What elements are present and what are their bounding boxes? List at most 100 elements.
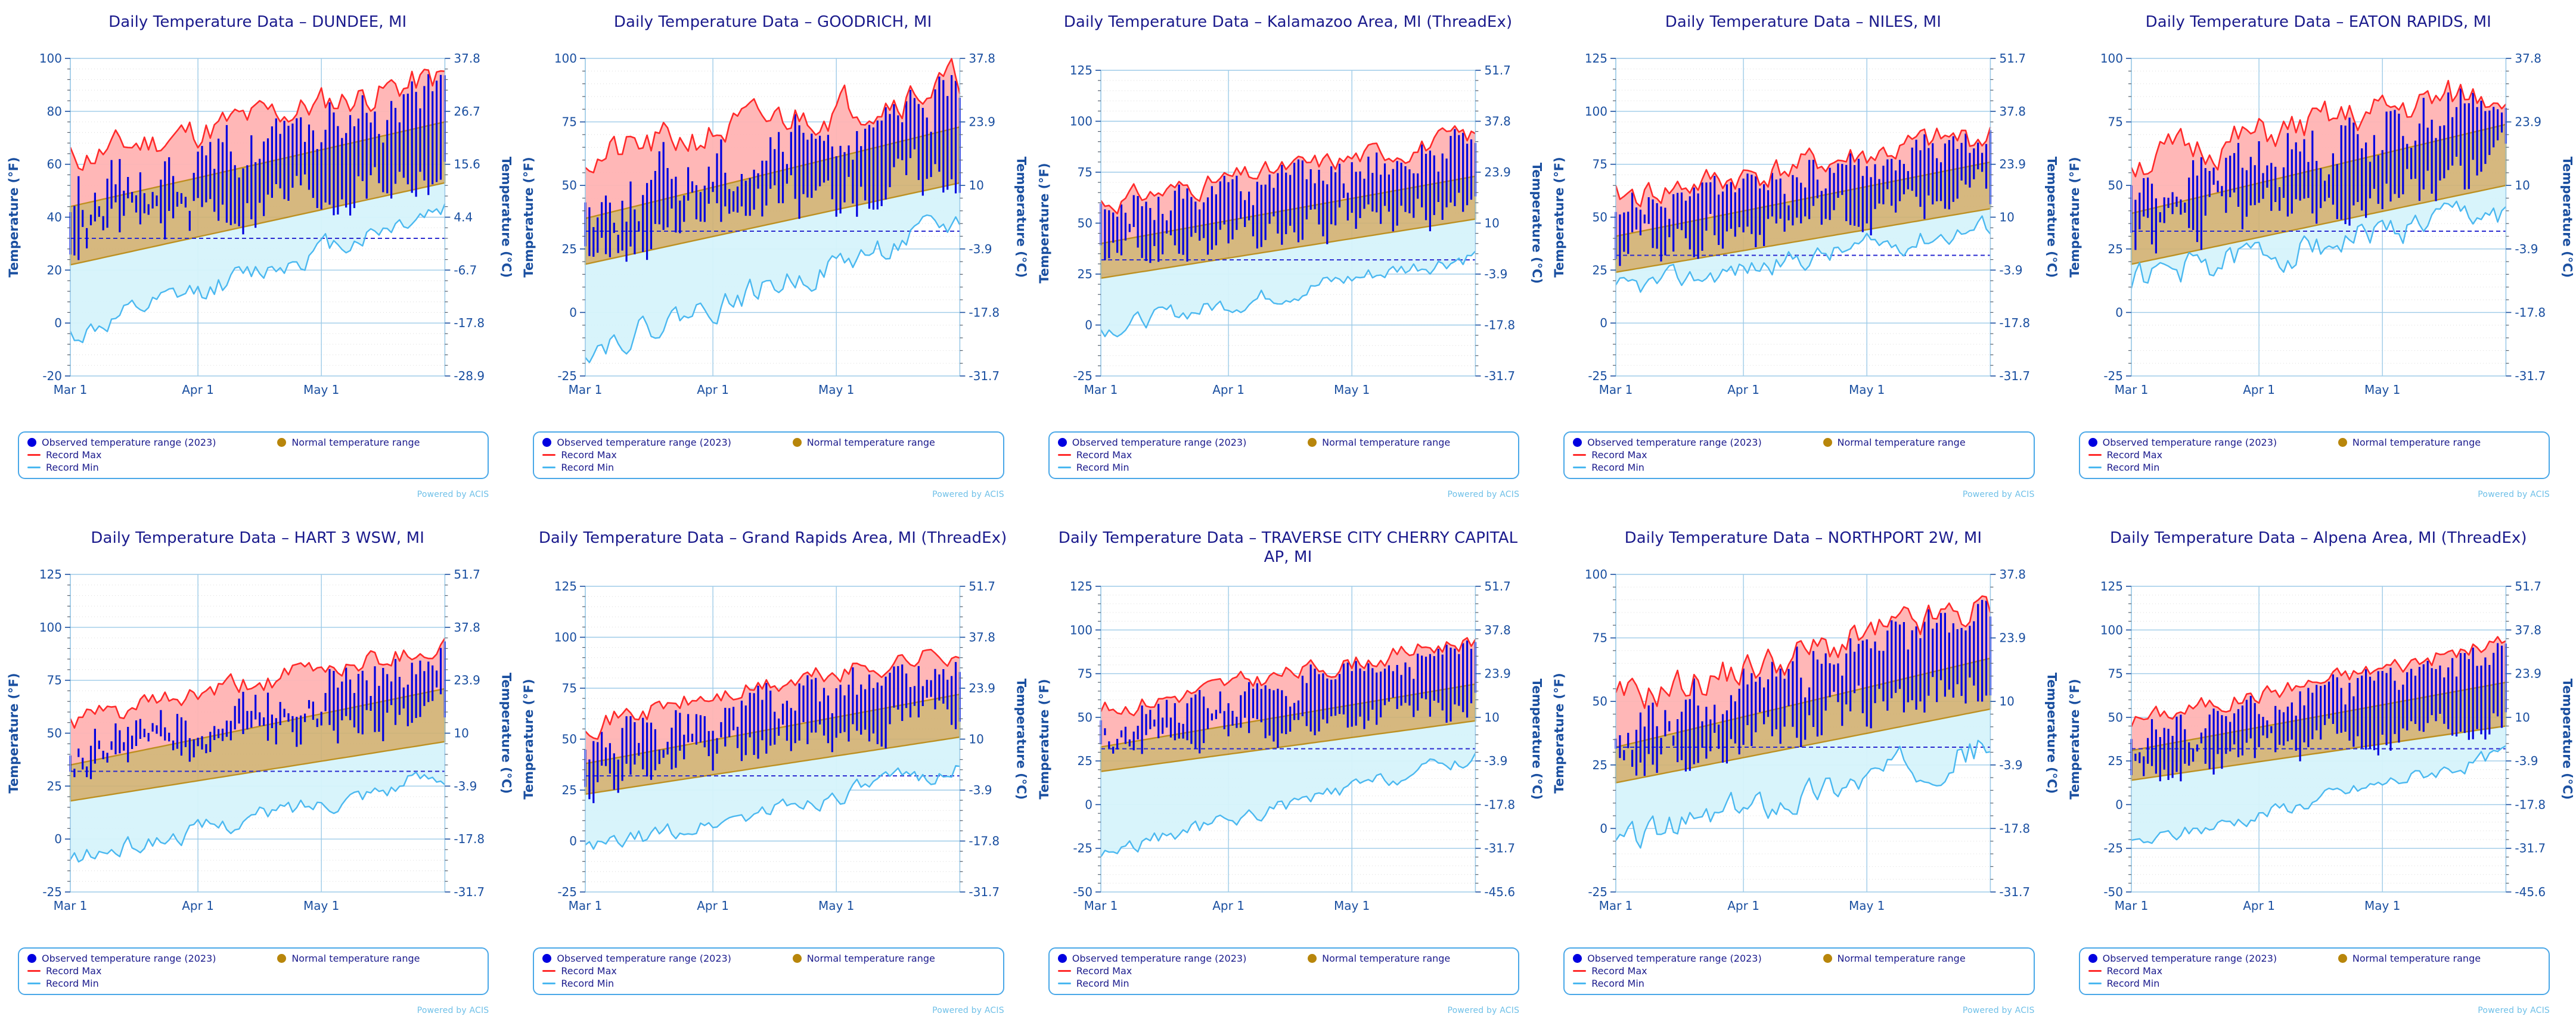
legend-item-record-min[interactable]: Record Min <box>1573 462 2027 473</box>
legend-item-record-min[interactable]: Record Min <box>2088 978 2543 989</box>
legend-label-record-max: Record Max <box>561 449 617 461</box>
svg-text:10: 10 <box>1484 710 1499 725</box>
legend-item-record-max[interactable]: Record Max <box>27 449 101 461</box>
svg-text:Temperature (°C): Temperature (°C) <box>1014 157 1029 278</box>
svg-text:25: 25 <box>1077 754 1092 768</box>
observed-swatch-icon <box>1057 954 1067 963</box>
svg-text:Temperature (°C): Temperature (°C) <box>1529 163 1544 284</box>
svg-text:-25: -25 <box>558 369 578 383</box>
svg-text:-31.7: -31.7 <box>969 885 1000 899</box>
acis-attribution: Powered by ACIS <box>1447 1006 1520 1015</box>
svg-text:Mar 1: Mar 1 <box>1084 899 1118 913</box>
legend-item-observed[interactable]: Observed temperature range (2023) <box>2088 437 2338 448</box>
svg-text:Apr 1: Apr 1 <box>1727 899 1759 913</box>
legend-item-normal[interactable]: Normal temperature range <box>1823 437 1966 448</box>
legend-item-record-min[interactable]: Record Min <box>27 462 482 473</box>
svg-text:15.6: 15.6 <box>454 157 480 172</box>
observed-swatch-icon <box>2088 954 2097 963</box>
legend-label-record-max: Record Max <box>561 965 617 977</box>
legend-item-observed[interactable]: Observed temperature range (2023) <box>1057 953 1308 964</box>
legend-item-normal[interactable]: Normal temperature range <box>277 437 420 448</box>
svg-text:100: 100 <box>1070 114 1093 128</box>
legend-item-record-min[interactable]: Record Min <box>1573 978 2027 989</box>
legend-label-record-min: Record Min <box>46 462 99 473</box>
legend-item-record-max[interactable]: Record Max <box>542 965 617 977</box>
svg-text:-3.9: -3.9 <box>2515 242 2538 256</box>
legend-item-record-min[interactable]: Record Min <box>542 978 997 989</box>
legend-item-observed[interactable]: Observed temperature range (2023) <box>542 437 792 448</box>
legend-item-normal[interactable]: Normal temperature range <box>792 953 935 964</box>
svg-text:-45.6: -45.6 <box>1484 885 1515 899</box>
svg-text:23.9: 23.9 <box>2000 157 2026 172</box>
chart-legend: Observed temperature range (2023) Normal… <box>533 947 1004 995</box>
svg-text:-17.8: -17.8 <box>454 316 485 330</box>
legend-item-observed[interactable]: Observed temperature range (2023) <box>27 437 277 448</box>
legend-label-record-max: Record Max <box>46 449 102 461</box>
legend-item-normal[interactable]: Normal temperature range <box>1308 953 1450 964</box>
legend-item-record-max[interactable]: Record Max <box>1057 965 1132 977</box>
normal-swatch-icon <box>792 954 802 963</box>
legend-item-record-min[interactable]: Record Min <box>2088 462 2543 473</box>
svg-text:Temperature (°C): Temperature (°C) <box>2560 157 2574 278</box>
legend-item-observed[interactable]: Observed temperature range (2023) <box>27 953 277 964</box>
legend-label-observed: Observed temperature range (2023) <box>1587 437 1762 448</box>
svg-text:50: 50 <box>47 726 62 740</box>
legend-item-record-min[interactable]: Record Min <box>542 462 997 473</box>
svg-text:-25: -25 <box>1588 369 1608 383</box>
svg-text:125: 125 <box>1070 579 1093 593</box>
svg-text:25: 25 <box>1593 758 1607 772</box>
svg-text:25: 25 <box>2108 242 2122 256</box>
observed-swatch-icon <box>1573 438 1582 447</box>
legend-item-record-max[interactable]: Record Max <box>1573 449 1647 461</box>
legend-item-record-max[interactable]: Record Max <box>2088 449 2162 461</box>
record-min-line-icon <box>1573 467 1587 468</box>
legend-item-normal[interactable]: Normal temperature range <box>2338 437 2481 448</box>
record-min-line-icon <box>2088 983 2102 984</box>
svg-text:37.8: 37.8 <box>454 620 480 635</box>
legend-item-record-max[interactable]: Record Max <box>1573 965 1647 977</box>
legend-item-normal[interactable]: Normal temperature range <box>277 953 420 964</box>
normal-swatch-icon <box>277 954 287 963</box>
legend-item-observed[interactable]: Observed temperature range (2023) <box>542 953 792 964</box>
chart-cell-eaton-rapids: Daily Temperature Data – EATON RAPIDS, M… <box>2061 0 2576 516</box>
record-max-line-icon <box>542 454 556 456</box>
legend-item-normal[interactable]: Normal temperature range <box>1823 953 1966 964</box>
legend-label-normal: Normal temperature range <box>2352 953 2481 964</box>
svg-text:25: 25 <box>562 242 577 256</box>
svg-text:Apr 1: Apr 1 <box>182 899 214 913</box>
legend-item-normal[interactable]: Normal temperature range <box>1308 437 1450 448</box>
svg-text:23.9: 23.9 <box>2515 667 2541 681</box>
legend-item-normal[interactable]: Normal temperature range <box>792 437 935 448</box>
legend-label-normal: Normal temperature range <box>1837 437 1966 448</box>
svg-text:-31.7: -31.7 <box>1484 841 1515 856</box>
svg-text:37.8: 37.8 <box>1484 623 1511 637</box>
legend-item-observed[interactable]: Observed temperature range (2023) <box>1573 953 1823 964</box>
legend-item-record-min[interactable]: Record Min <box>1057 462 1512 473</box>
chart-cell-dundee: Daily Temperature Data – DUNDEE, MI -20-… <box>0 0 515 516</box>
svg-text:Apr 1: Apr 1 <box>1212 383 1244 397</box>
svg-text:Apr 1: Apr 1 <box>1212 899 1244 913</box>
legend-label-record-min: Record Min <box>1076 978 1129 989</box>
chart-legend: Observed temperature range (2023) Normal… <box>1563 431 2035 479</box>
legend-item-observed[interactable]: Observed temperature range (2023) <box>1057 437 1308 448</box>
svg-text:Temperature (°C): Temperature (°C) <box>1014 679 1029 800</box>
legend-item-record-max[interactable]: Record Max <box>27 965 101 977</box>
svg-text:75: 75 <box>1593 157 1607 172</box>
legend-item-record-min[interactable]: Record Min <box>1057 978 1512 989</box>
svg-text:-3.9: -3.9 <box>2515 754 2538 768</box>
legend-item-record-min[interactable]: Record Min <box>27 978 482 989</box>
legend-item-record-max[interactable]: Record Max <box>1057 449 1132 461</box>
legend-item-observed[interactable]: Observed temperature range (2023) <box>1573 437 1823 448</box>
legend-item-observed[interactable]: Observed temperature range (2023) <box>2088 953 2338 964</box>
legend-item-record-max[interactable]: Record Max <box>542 449 617 461</box>
svg-text:Apr 1: Apr 1 <box>697 383 730 397</box>
svg-text:Temperature (°F): Temperature (°F) <box>2068 157 2082 277</box>
legend-item-normal[interactable]: Normal temperature range <box>2338 953 2481 964</box>
svg-text:May 1: May 1 <box>818 899 854 913</box>
svg-text:51.7: 51.7 <box>2000 51 2026 66</box>
svg-text:Mar 1: Mar 1 <box>1599 899 1633 913</box>
svg-text:100: 100 <box>2100 51 2122 66</box>
legend-item-record-max[interactable]: Record Max <box>2088 965 2162 977</box>
svg-text:Mar 1: Mar 1 <box>569 899 603 913</box>
svg-text:125: 125 <box>1585 51 1607 66</box>
